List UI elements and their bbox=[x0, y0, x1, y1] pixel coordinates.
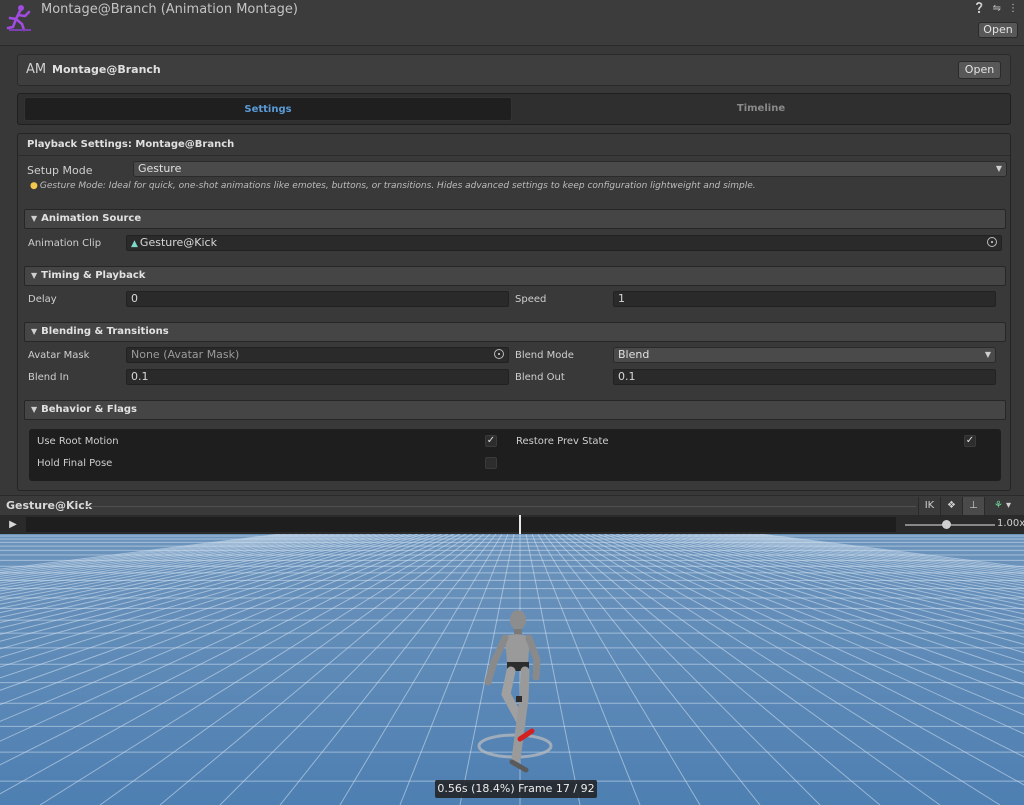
setup-mode-dropdown[interactable]: Gesture ▼ bbox=[133, 161, 1007, 177]
section-title: Timing & Playback bbox=[41, 270, 146, 281]
timeline-scrubber: ▶ 1.00x bbox=[0, 515, 1024, 534]
timeline-track[interactable] bbox=[26, 517, 896, 532]
help-icon[interactable]: ❔ bbox=[973, 3, 985, 14]
section-behavior-flags[interactable]: ▼ Behavior & Flags bbox=[24, 400, 1006, 420]
blend-mode-value: Blend bbox=[618, 348, 650, 361]
setup-mode-label: Setup Mode bbox=[27, 164, 93, 177]
avatar-mask-field[interactable]: None (Avatar Mask) bbox=[126, 347, 509, 363]
play-icon[interactable]: ▶ bbox=[4, 517, 22, 533]
playhead[interactable] bbox=[519, 515, 521, 534]
section-animation-source[interactable]: ▼ Animation Source bbox=[24, 209, 1006, 229]
foldout-arrow-icon: ▼ bbox=[31, 327, 38, 336]
section-blending-transitions[interactable]: ▼ Blending & Transitions bbox=[24, 322, 1006, 342]
lightbulb-icon: ● bbox=[30, 181, 38, 191]
object-picker-icon[interactable] bbox=[987, 237, 997, 247]
header-open-button[interactable]: Open bbox=[978, 22, 1018, 38]
blend-in-field[interactable]: 0.1 bbox=[126, 369, 509, 385]
setup-mode-hint: ● Gesture Mode: Ideal for quick, one-shot… bbox=[30, 181, 756, 191]
preview-clip-name: Gesture@Kick bbox=[6, 499, 93, 512]
window-header: Montage@Branch (Animation Montage) ❔ ⇋ ⋮… bbox=[0, 0, 1024, 46]
preview-toolbar: Gesture@Kick IK ❖ ⊥ ⚘ ▾ bbox=[0, 495, 1024, 515]
tab-timeline[interactable]: Timeline bbox=[516, 97, 1006, 121]
speed-field[interactable]: 1 bbox=[613, 291, 996, 307]
preview-viewport[interactable] bbox=[0, 534, 1024, 805]
asset-name: Montage@Branch bbox=[52, 63, 161, 76]
use-root-motion-checkbox[interactable]: ✓ bbox=[485, 435, 497, 447]
chevron-down-icon: ▼ bbox=[984, 350, 991, 359]
pivot-toggle-icon[interactable]: ⊥ bbox=[962, 497, 984, 515]
object-picker-icon[interactable] bbox=[494, 349, 504, 359]
section-title: Blending & Transitions bbox=[41, 326, 169, 337]
hold-final-pose-checkbox[interactable] bbox=[485, 457, 497, 469]
animation-clip-value: Gesture@Kick bbox=[139, 236, 217, 249]
tab-settings[interactable]: Settings bbox=[24, 97, 512, 121]
window-title: Montage@Branch (Animation Montage) bbox=[41, 2, 298, 17]
foldout-arrow-icon: ▼ bbox=[31, 405, 38, 414]
animation-clip-label: Animation Clip bbox=[28, 238, 102, 249]
viewport-scene bbox=[0, 534, 1024, 805]
section-title: Behavior & Flags bbox=[41, 404, 137, 415]
foldout-arrow-icon: ▼ bbox=[31, 271, 38, 280]
chevron-down-icon: ▼ bbox=[995, 164, 1002, 173]
blend-out-label: Blend Out bbox=[515, 372, 565, 383]
speed-slider-handle[interactable] bbox=[942, 520, 951, 529]
more-options-icon[interactable]: ⋮ bbox=[1008, 3, 1018, 14]
restore-prev-state-checkbox[interactable]: ✓ bbox=[964, 435, 976, 447]
avatar-select-icon[interactable]: ⚘ ▾ bbox=[984, 497, 1020, 515]
header-icons: ❔ ⇋ ⋮ bbox=[973, 3, 1018, 14]
foldout-arrow-icon: ▼ bbox=[31, 214, 38, 223]
delay-field[interactable]: 0 bbox=[126, 291, 509, 307]
asset-open-button[interactable]: Open bbox=[958, 61, 1001, 79]
speed-label: Speed bbox=[515, 294, 547, 305]
asset-bar: AM Montage@Branch Open bbox=[17, 54, 1011, 86]
animation-clip-field[interactable]: ▲ Gesture@Kick bbox=[126, 235, 1002, 251]
divider bbox=[18, 155, 1010, 156]
ik-toggle-button[interactable]: IK bbox=[918, 497, 940, 515]
avatar-mask-label: Avatar Mask bbox=[28, 350, 90, 361]
avatar-mask-value: None (Avatar Mask) bbox=[131, 348, 240, 361]
frame-indicator: 0.56s (18.4%) Frame 17 / 92 bbox=[435, 780, 597, 798]
tab-bar: Settings Timeline bbox=[17, 93, 1011, 125]
blend-in-label: Blend In bbox=[28, 372, 69, 383]
blend-out-field[interactable]: 0.1 bbox=[613, 369, 996, 385]
section-title: Animation Source bbox=[41, 213, 142, 224]
setup-mode-value: Gesture bbox=[138, 162, 182, 175]
asset-type-icon: AM bbox=[26, 62, 47, 77]
settings-sliders-icon[interactable]: ⇋ bbox=[993, 3, 1001, 14]
divider bbox=[86, 506, 916, 507]
restore-prev-state-label: Restore Prev State bbox=[516, 436, 609, 447]
hint-text: Gesture Mode: Ideal for quick, one-shot … bbox=[39, 181, 756, 191]
playback-settings-panel: Playback Settings: Montage@Branch Setup … bbox=[17, 133, 1011, 491]
section-timing-playback[interactable]: ▼ Timing & Playback bbox=[24, 266, 1006, 286]
animation-clip-icon: ▲ bbox=[131, 239, 138, 249]
panel-title: Playback Settings: Montage@Branch bbox=[27, 139, 235, 150]
hold-final-pose-label: Hold Final Pose bbox=[37, 458, 113, 469]
playback-speed-label: 1.00x bbox=[997, 518, 1024, 529]
use-root-motion-label: Use Root Motion bbox=[37, 436, 119, 447]
montage-logo-icon bbox=[4, 3, 36, 33]
flags-box: Use Root Motion ✓ Restore Prev State ✓ H… bbox=[29, 429, 1001, 481]
blend-mode-label: Blend Mode bbox=[515, 350, 574, 361]
blend-mode-dropdown[interactable]: Blend ▼ bbox=[613, 347, 996, 363]
foot-ik-toggle-icon[interactable]: ❖ bbox=[940, 497, 962, 515]
delay-label: Delay bbox=[28, 294, 57, 305]
